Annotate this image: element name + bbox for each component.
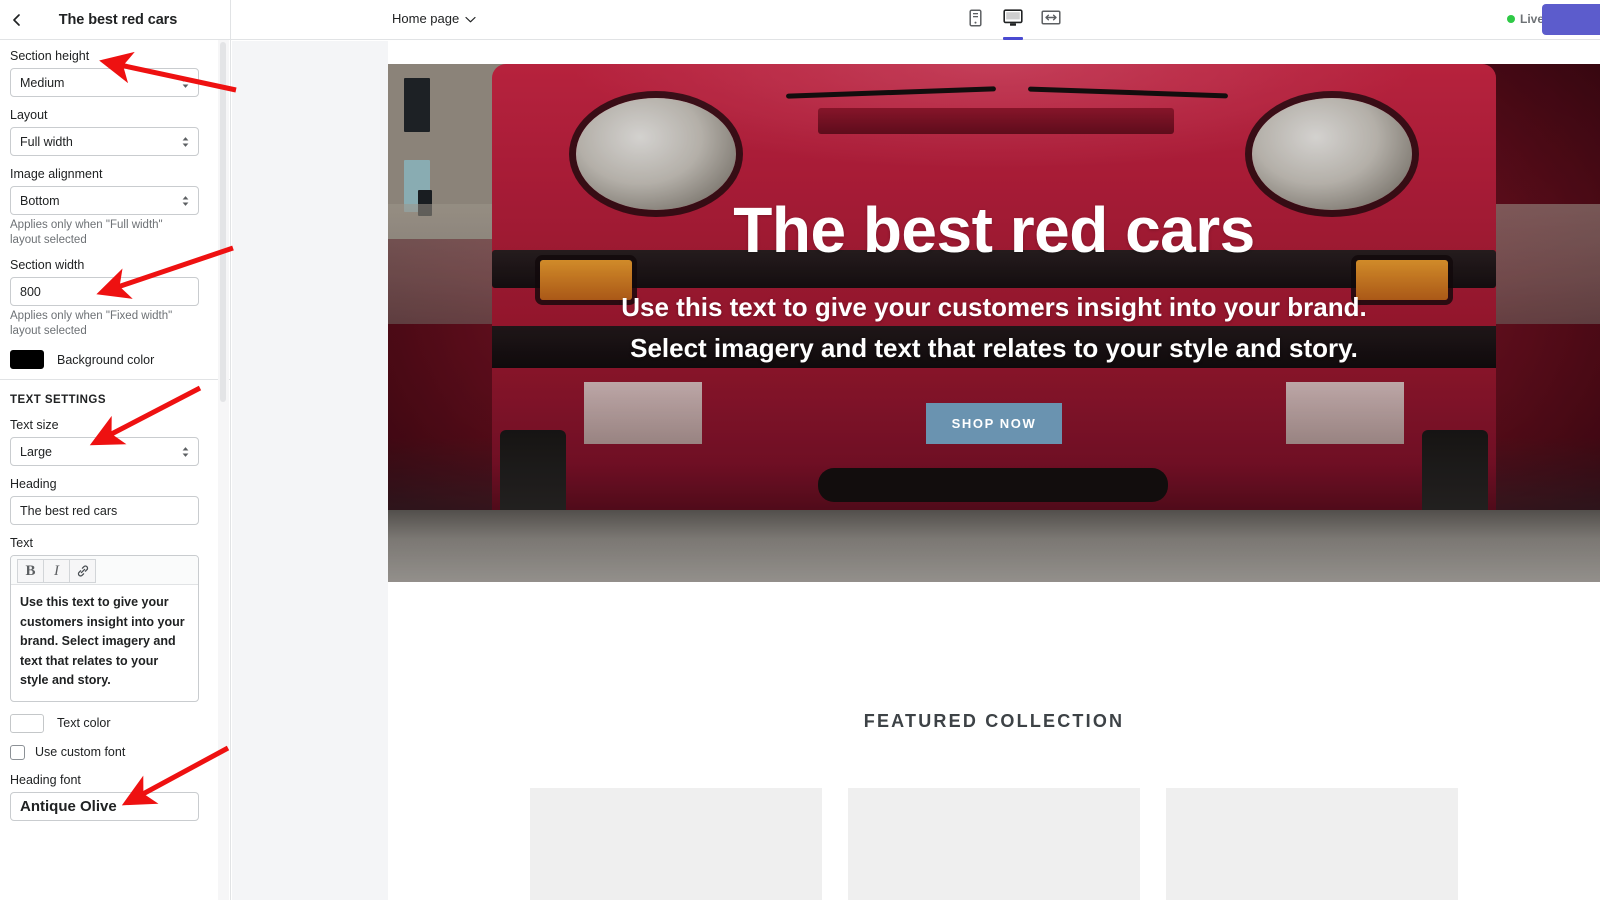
device-switcher [962, 6, 1064, 40]
mobile-icon [968, 6, 983, 30]
heading-font-label: Heading font [10, 772, 81, 787]
live-dot-icon [1506, 15, 1515, 23]
stepper-icon [181, 446, 190, 457]
shop-now-button[interactable]: SHOP NOW [925, 403, 1063, 445]
text-size-select[interactable]: Large [10, 437, 199, 466]
storefront-preview: The best red cars Use this text to give … [388, 41, 1600, 900]
back-button[interactable] [2, 5, 32, 35]
hero-subtext-line-2: Select imagery and text that relates to … [630, 333, 1358, 364]
full-width-icon [1041, 6, 1061, 30]
section-height-select[interactable]: Medium [10, 68, 199, 97]
hero-subtext: Use this text to give your customers ins… [621, 287, 1366, 369]
image-alignment-select[interactable]: Bottom [10, 186, 199, 215]
field-heading: Heading The best red cars [10, 476, 221, 525]
page-selector[interactable]: Home page [392, 11, 476, 26]
layout-select[interactable]: Full width [10, 127, 199, 156]
heading-font-value: Antique Olive [20, 797, 117, 815]
chevron-left-icon [13, 13, 20, 26]
image-alignment-value: Bottom [20, 193, 60, 208]
rte-toolbar: B I [11, 556, 198, 585]
text-color-swatch[interactable] [10, 713, 44, 733]
device-button-fullwidth[interactable] [1038, 6, 1064, 40]
device-button-mobile[interactable] [962, 6, 988, 40]
chevron-down-icon [465, 16, 476, 22]
text-label: Text [10, 536, 33, 550]
link-button[interactable] [69, 559, 96, 583]
text-size-label: Text size [10, 418, 59, 432]
field-section-height: Section height Medium [10, 48, 221, 97]
top-bar: The best red cars Home page Live [0, 0, 1600, 40]
customizer-app: The best red cars Home page Live Section… [0, 0, 1600, 900]
field-text-size: Text size Large [10, 417, 221, 466]
image-alignment-helper: Applies only when "Full width" layout se… [10, 219, 163, 246]
background-color-swatch[interactable] [10, 350, 44, 369]
section-width-input[interactable]: 800 [10, 277, 199, 306]
heading-input[interactable]: The best red cars [10, 496, 199, 525]
sidebar-scrollbar-track[interactable] [218, 40, 229, 900]
page-title: The best red cars [58, 11, 178, 28]
section-height-label: Section height [10, 49, 90, 63]
primary-action-button[interactable] [1542, 4, 1600, 35]
sidebar-scrollbar-thumb[interactable] [220, 42, 226, 402]
stepper-icon [181, 136, 190, 147]
preview-area: The best red cars Use this text to give … [232, 41, 1600, 900]
section-width-helper: Applies only when "Fixed width" layout s… [10, 310, 173, 337]
layout-value: Full width [20, 134, 73, 149]
product-card[interactable] [848, 788, 1140, 900]
featured-collection-section: FEATURED COLLECTION [388, 626, 1600, 900]
status-badge: Live [1506, 12, 1544, 26]
product-card[interactable] [530, 788, 822, 900]
field-layout: Layout Full width [10, 107, 221, 156]
bold-button[interactable]: B [17, 559, 44, 583]
desktop-icon [1003, 6, 1023, 30]
section-width-value: 800 [20, 284, 41, 299]
section-width-label: Section width [10, 258, 85, 272]
featured-collection-title: FEATURED COLLECTION [863, 711, 1125, 731]
field-text: Text B I Use this text to give your cust… [10, 535, 221, 702]
link-icon [77, 565, 88, 577]
product-grid [388, 788, 1600, 900]
text-settings-heading: TEXT SETTINGS [10, 394, 106, 406]
image-alignment-label: Image alignment [10, 167, 103, 181]
background-color-label: Background color [57, 352, 155, 367]
text-color-label: Text color [57, 716, 111, 730]
settings-sidebar: Section height Medium Layout Full width [0, 40, 231, 900]
hero-subtext-line-1: Use this text to give your customers ins… [621, 292, 1367, 323]
heading-label: Heading [10, 477, 57, 491]
product-card[interactable] [1166, 788, 1458, 900]
field-section-width: Section width 800 Applies only when "Fix… [10, 257, 221, 338]
panel-header: The best red cars [0, 0, 231, 39]
stepper-icon [181, 77, 190, 88]
hero-content: The best red cars Use this text to give … [388, 64, 1600, 582]
text-size-value: Large [20, 444, 52, 459]
use-custom-font-label: Use custom font [35, 745, 126, 759]
field-heading-font: Heading font Antique Olive [10, 772, 221, 821]
page-selector-label: Home page [392, 11, 460, 26]
hero-heading: The best red cars [733, 193, 1255, 266]
rte-content[interactable]: Use this text to give your customers ins… [11, 585, 198, 701]
heading-font-select[interactable]: Antique Olive [10, 791, 199, 821]
italic-button[interactable]: I [43, 559, 70, 583]
live-label: Live [1519, 12, 1544, 26]
section-height-value: Medium [20, 75, 65, 90]
device-active-indicator [1003, 37, 1023, 40]
text-color-row[interactable]: Text color [10, 713, 221, 733]
rich-text-editor: B I Use this text to give your customers… [10, 555, 199, 702]
heading-value: The best red cars [20, 503, 118, 518]
use-custom-font-checkbox[interactable] [10, 744, 25, 760]
device-button-desktop[interactable] [1000, 6, 1026, 40]
use-custom-font-row[interactable]: Use custom font [10, 744, 221, 760]
layout-label: Layout [10, 108, 48, 122]
stepper-icon [181, 195, 190, 206]
background-color-row[interactable]: Background color [10, 350, 221, 369]
field-image-alignment: Image alignment Bottom Applies only when… [10, 166, 221, 247]
section-divider [0, 379, 230, 380]
hero-section[interactable]: The best red cars Use this text to give … [388, 64, 1600, 582]
